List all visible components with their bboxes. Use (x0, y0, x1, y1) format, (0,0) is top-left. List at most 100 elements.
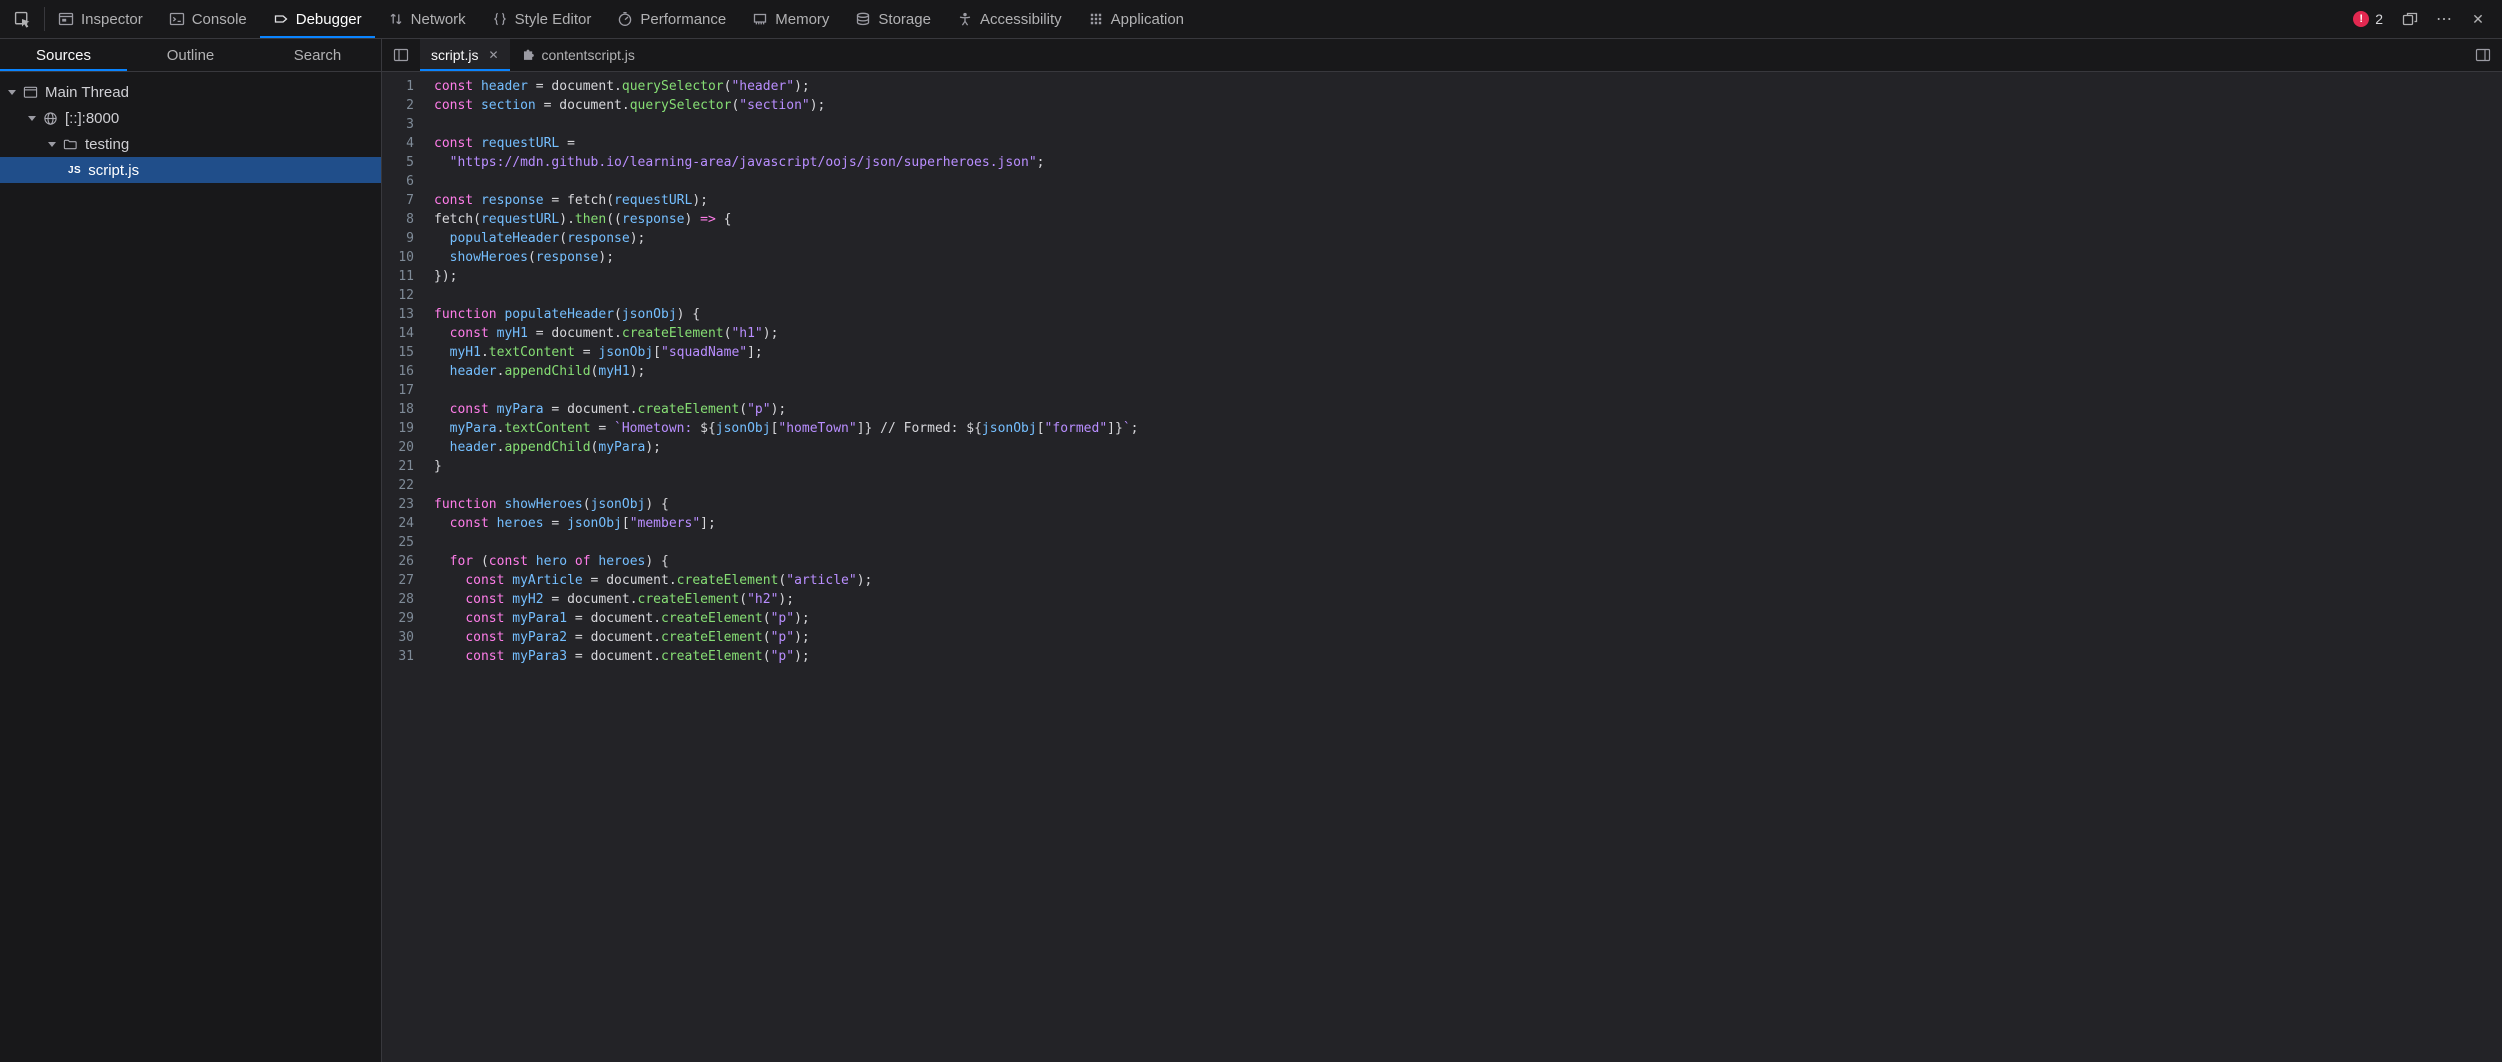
tab-outline[interactable]: Outline (127, 39, 254, 71)
code-line[interactable]: }); (434, 267, 1138, 286)
disclosure-triangle[interactable] (48, 142, 56, 147)
line-number[interactable]: 13 (382, 305, 414, 324)
tab-sources[interactable]: Sources (0, 39, 127, 71)
line-number[interactable]: 19 (382, 419, 414, 438)
line-number[interactable]: 29 (382, 609, 414, 628)
close-devtools-button[interactable]: ✕ (2462, 3, 2494, 35)
line-number[interactable]: 10 (382, 248, 414, 267)
tab-inspector[interactable]: Inspector (45, 0, 156, 38)
code-token: document (567, 402, 630, 417)
code-line[interactable]: header.appendChild(myH1); (434, 362, 1138, 381)
tree-item-script-js[interactable]: JS script.js (0, 157, 381, 183)
code-line[interactable]: const myPara1 = document.createElement("… (434, 609, 1138, 628)
code-token (473, 98, 481, 113)
line-number[interactable]: 31 (382, 647, 414, 666)
error-badge[interactable]: ! 2 (2344, 11, 2392, 27)
code-line[interactable]: const section = document.querySelector("… (434, 96, 1138, 115)
meatball-menu-button[interactable]: ⋯ (2428, 3, 2460, 35)
line-number[interactable]: 23 (382, 495, 414, 514)
tab-network[interactable]: Network (375, 0, 479, 38)
tab-storage[interactable]: Storage (842, 0, 944, 38)
tab-memory[interactable]: Memory (739, 0, 842, 38)
code-line[interactable] (434, 533, 1138, 552)
code-area: 1234567891011121314151617181920212223242… (382, 72, 2502, 1062)
code-line[interactable]: for (const hero of heroes) { (434, 552, 1138, 571)
tab-performance[interactable]: Performance (604, 0, 739, 38)
line-number[interactable]: 6 (382, 172, 414, 191)
code-line[interactable] (434, 286, 1138, 305)
code-line[interactable] (434, 115, 1138, 134)
source-tab-contentscript-js[interactable]: contentscript.js (510, 39, 646, 71)
code-line[interactable]: myH1.textContent = jsonObj["squadName"]; (434, 343, 1138, 362)
code-line[interactable]: const myH2 = document.createElement("h2"… (434, 590, 1138, 609)
source-tab-script-js[interactable]: script.js ✕ (420, 39, 510, 71)
toggle-sources-panel-button[interactable] (382, 39, 420, 71)
line-number[interactable]: 2 (382, 96, 414, 115)
code-token (473, 136, 481, 151)
tab-search[interactable]: Search (254, 39, 381, 71)
tab-console[interactable]: Console (156, 0, 260, 38)
tab-style-editor[interactable]: Style Editor (479, 0, 605, 38)
line-number[interactable]: 1 (382, 77, 414, 96)
line-number[interactable]: 20 (382, 438, 414, 457)
code-token: fetch (567, 193, 606, 208)
close-tab-icon[interactable]: ✕ (488, 48, 498, 62)
disclosure-triangle[interactable] (8, 90, 16, 95)
code-line[interactable]: function showHeroes(jsonObj) { (434, 495, 1138, 514)
tree-item-host-8000[interactable]: [::]:8000 (0, 105, 381, 131)
tab-debugger[interactable]: Debugger (260, 0, 375, 38)
line-number[interactable]: 27 (382, 571, 414, 590)
tab-application[interactable]: Application (1075, 0, 1197, 38)
code-line[interactable]: const response = fetch(requestURL); (434, 191, 1138, 210)
responsive-design-button[interactable] (2394, 3, 2426, 35)
code-line[interactable]: header.appendChild(myPara); (434, 438, 1138, 457)
line-number[interactable]: 28 (382, 590, 414, 609)
line-number[interactable]: 14 (382, 324, 414, 343)
code-line[interactable]: const requestURL = (434, 134, 1138, 153)
tab-accessibility[interactable]: Accessibility (944, 0, 1075, 38)
code-line[interactable]: function populateHeader(jsonObj) { (434, 305, 1138, 324)
pick-element-button[interactable] (0, 0, 44, 38)
line-number[interactable]: 7 (382, 191, 414, 210)
line-number[interactable]: 26 (382, 552, 414, 571)
line-number[interactable]: 3 (382, 115, 414, 134)
line-number[interactable]: 21 (382, 457, 414, 476)
code-line[interactable]: "https://mdn.github.io/learning-area/jav… (434, 153, 1138, 172)
line-number[interactable]: 4 (382, 134, 414, 153)
code-line[interactable]: const heroes = jsonObj["members"]; (434, 514, 1138, 533)
code-token: (( (606, 212, 622, 227)
line-number[interactable]: 5 (382, 153, 414, 172)
code-line[interactable]: myPara.textContent = `Hometown: ${jsonOb… (434, 419, 1138, 438)
code-token: document (551, 326, 614, 341)
disclosure-triangle[interactable] (28, 116, 36, 121)
code-line[interactable]: } (434, 457, 1138, 476)
code-line[interactable]: const myPara = document.createElement("p… (434, 400, 1138, 419)
line-number[interactable]: 22 (382, 476, 414, 495)
code-token: ( (614, 307, 622, 322)
line-number[interactable]: 25 (382, 533, 414, 552)
line-number[interactable]: 11 (382, 267, 414, 286)
code-line[interactable]: fetch(requestURL).then((response) => { (434, 210, 1138, 229)
line-number[interactable]: 17 (382, 381, 414, 400)
code-line[interactable] (434, 476, 1138, 495)
code-line[interactable]: populateHeader(response); (434, 229, 1138, 248)
code-line[interactable] (434, 381, 1138, 400)
line-number[interactable]: 16 (382, 362, 414, 381)
line-number[interactable]: 9 (382, 229, 414, 248)
line-number[interactable]: 15 (382, 343, 414, 362)
line-number[interactable]: 8 (382, 210, 414, 229)
line-number[interactable]: 24 (382, 514, 414, 533)
code-line[interactable]: showHeroes(response); (434, 248, 1138, 267)
tree-item-main-thread[interactable]: Main Thread (0, 79, 381, 105)
line-number[interactable]: 12 (382, 286, 414, 305)
tree-item-folder-testing[interactable]: testing (0, 131, 381, 157)
code-line[interactable]: const header = document.querySelector("h… (434, 77, 1138, 96)
expand-panes-button[interactable] (2464, 39, 2502, 71)
code-line[interactable]: const myPara2 = document.createElement("… (434, 628, 1138, 647)
code-line[interactable] (434, 172, 1138, 191)
code-line[interactable]: const myH1 = document.createElement("h1"… (434, 324, 1138, 343)
line-number[interactable]: 18 (382, 400, 414, 419)
code-line[interactable]: const myPara3 = document.createElement("… (434, 647, 1138, 666)
line-number[interactable]: 30 (382, 628, 414, 647)
code-line[interactable]: const myArticle = document.createElement… (434, 571, 1138, 590)
